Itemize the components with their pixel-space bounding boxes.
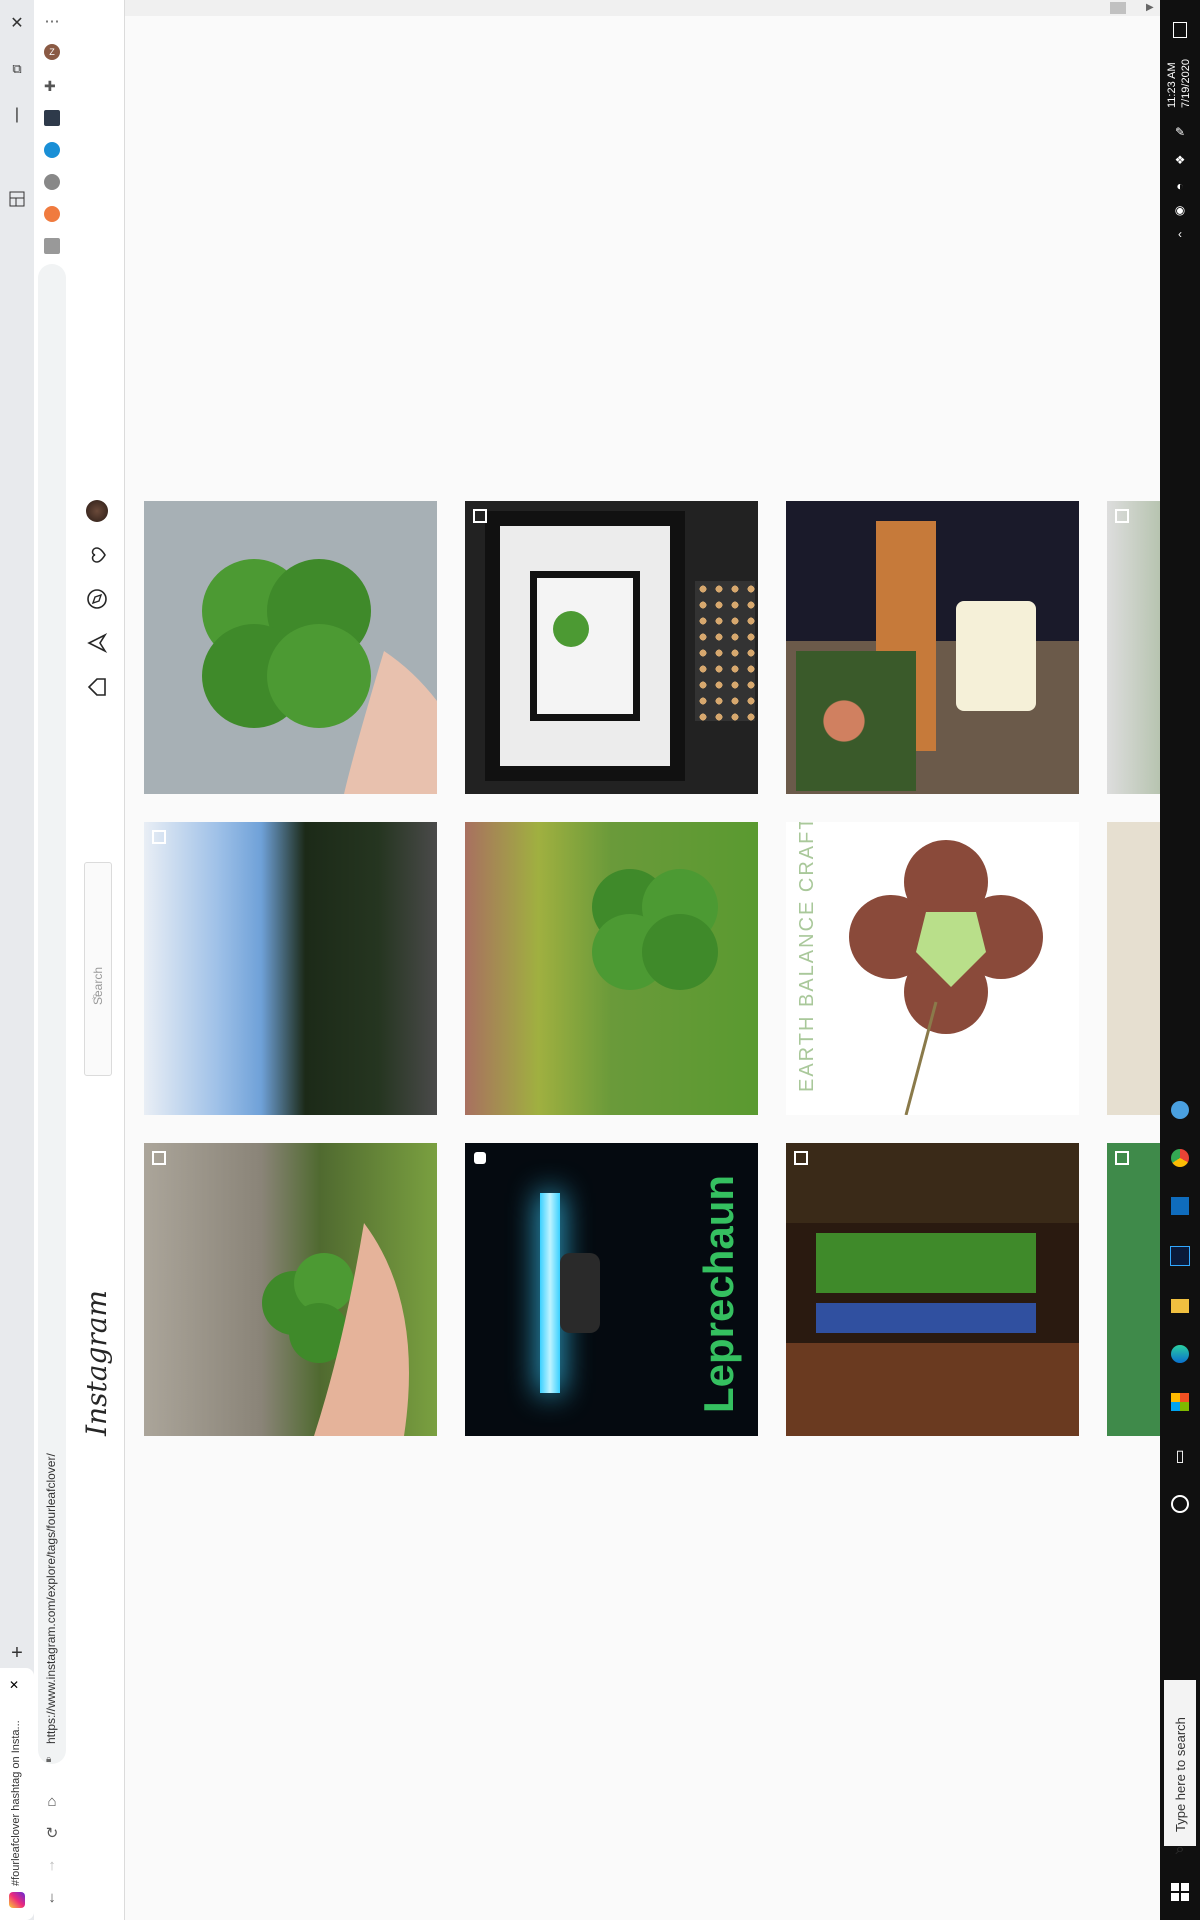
windows-taskbar: 11:23 AM 7/19/2020 ✎ ❖ ◐ ◉ ‹ ▯ Type here… <box>1160 0 1200 1920</box>
taskbar-app-store-icon[interactable] <box>1168 1390 1192 1414</box>
taskbar-app-explorer-icon[interactable] <box>1168 1294 1192 1318</box>
pen-icon[interactable]: ✎ <box>1168 120 1192 144</box>
taskbar-search-placeholder: Type here to search <box>1173 1717 1188 1832</box>
address-bar[interactable]: https://www.instagram.com/explore/tags/f… <box>38 264 66 1765</box>
instagram-nav: Search ⌕ Instagram <box>70 0 125 1920</box>
menu-icon[interactable]: ⋯ <box>34 6 70 36</box>
search-icon[interactable]: ⌕ <box>1168 1838 1192 1862</box>
post-tile[interactable] <box>786 501 1079 794</box>
browser-toolbar: ⋯ Z ✚ https://www.instagram.com/explore/… <box>34 0 71 1920</box>
new-tab-button[interactable]: + <box>0 1636 34 1670</box>
activity-heart-icon[interactable] <box>84 542 110 568</box>
windows-start-icon[interactable] <box>1168 1880 1192 1904</box>
notifications-icon[interactable] <box>1168 18 1192 42</box>
extension-chart-icon[interactable] <box>44 110 60 126</box>
post-tile[interactable]: Leprechaun <box>465 1143 758 1436</box>
post-tile[interactable] <box>1107 501 1160 794</box>
post-tile[interactable] <box>465 501 758 794</box>
post-tile[interactable] <box>144 1143 437 1436</box>
tab-title: #fourleafclover hashtag on Insta... <box>10 1720 22 1886</box>
profile-avatar[interactable] <box>84 498 110 524</box>
direct-send-icon[interactable] <box>84 630 110 656</box>
lock-icon[interactable]: 🔒︎ <box>46 1754 56 1765</box>
forward-icon[interactable]: ↑ <box>34 1850 70 1880</box>
minimize-window-button[interactable]: | <box>0 98 34 132</box>
tab-search-icon[interactable] <box>0 182 34 216</box>
carousel-icon <box>473 509 487 523</box>
browser-tab-strip: ✕ ⧉ | + ✕ #fourleafclover hashtag on Ins… <box>0 0 34 1920</box>
post-tile[interactable] <box>144 822 437 1115</box>
instagram-logo[interactable]: Instagram <box>80 1290 113 1436</box>
tab-close-icon[interactable]: ✕ <box>9 1676 25 1692</box>
dropbox-icon[interactable]: ❖ <box>1168 148 1192 172</box>
home-icon[interactable] <box>84 674 110 700</box>
post-tile[interactable] <box>786 1143 1079 1436</box>
home-icon[interactable]: ⌂ <box>34 1786 70 1816</box>
post-tile[interactable] <box>465 822 758 1115</box>
horizontal-scrollbar[interactable]: ◀ ▶ <box>70 0 1160 16</box>
post-tile[interactable]: EARTH BALANCE CRAFT <box>786 822 1079 1115</box>
profile-avatar[interactable]: Z <box>44 44 60 60</box>
taskbar-app-chrome-icon[interactable] <box>1168 1146 1192 1170</box>
carousel-icon <box>794 1151 808 1165</box>
search-input[interactable]: Search ⌕ <box>84 862 112 1076</box>
taskbar-app-outlook-icon[interactable] <box>1168 1194 1192 1218</box>
carousel-icon <box>152 830 166 844</box>
extension-blue-icon[interactable] <box>44 142 60 158</box>
taskbar-date[interactable]: 7/19/2020 <box>1180 59 1192 108</box>
video-icon <box>473 1151 487 1165</box>
search-icon: ⌕ <box>92 991 98 1002</box>
scroll-thumb[interactable] <box>1110 2 1126 14</box>
extensions-puzzle-icon[interactable]: ✚ <box>44 78 60 94</box>
volume-icon[interactable]: ◉ <box>1168 198 1192 222</box>
post-caption-text: EARTH BALANCE CRAFT <box>796 822 818 1092</box>
instagram-favicon-icon <box>9 1892 25 1908</box>
extension-orange-icon[interactable] <box>44 206 60 222</box>
cortana-icon[interactable] <box>1168 1492 1192 1516</box>
post-tile[interactable] <box>144 501 437 794</box>
taskbar-app-settings-icon[interactable] <box>1168 1098 1192 1122</box>
post-caption-text: Leprechaun <box>695 1174 742 1413</box>
taskbar-app-edge-icon[interactable] <box>1168 1342 1192 1366</box>
post-tile[interactable] <box>1107 1143 1160 1436</box>
network-icon[interactable]: ◐ <box>1168 174 1192 198</box>
carousel-icon <box>1115 509 1129 523</box>
extension-gray-circle-icon[interactable] <box>44 174 60 190</box>
active-tab[interactable]: ✕ #fourleafclover hashtag on Insta... <box>0 1668 34 1920</box>
taskbar-time[interactable]: 11:23 AM <box>1166 62 1178 108</box>
url-text: https://www.instagram.com/explore/tags/f… <box>44 1453 58 1744</box>
back-icon[interactable]: ↓ <box>34 1882 70 1912</box>
explore-compass-icon[interactable] <box>84 586 110 612</box>
extension-g-icon[interactable] <box>44 238 60 254</box>
taskbar-search-box[interactable]: Type here to search <box>1164 1680 1196 1846</box>
close-window-button[interactable]: ✕ <box>0 6 34 40</box>
task-view-icon[interactable]: ▯ <box>1168 1444 1192 1468</box>
carousel-icon <box>152 1151 166 1165</box>
taskbar-app-photoshop-icon[interactable] <box>1168 1244 1192 1268</box>
post-tile[interactable] <box>1107 822 1160 1115</box>
scroll-right-arrow-icon[interactable]: ▶ <box>1146 2 1154 13</box>
restore-window-button[interactable]: ⧉ <box>0 52 34 86</box>
carousel-icon <box>1115 1151 1129 1165</box>
reload-icon[interactable]: ↻ <box>34 1818 70 1848</box>
chevron-up-icon[interactable]: ‹ <box>1168 222 1192 246</box>
